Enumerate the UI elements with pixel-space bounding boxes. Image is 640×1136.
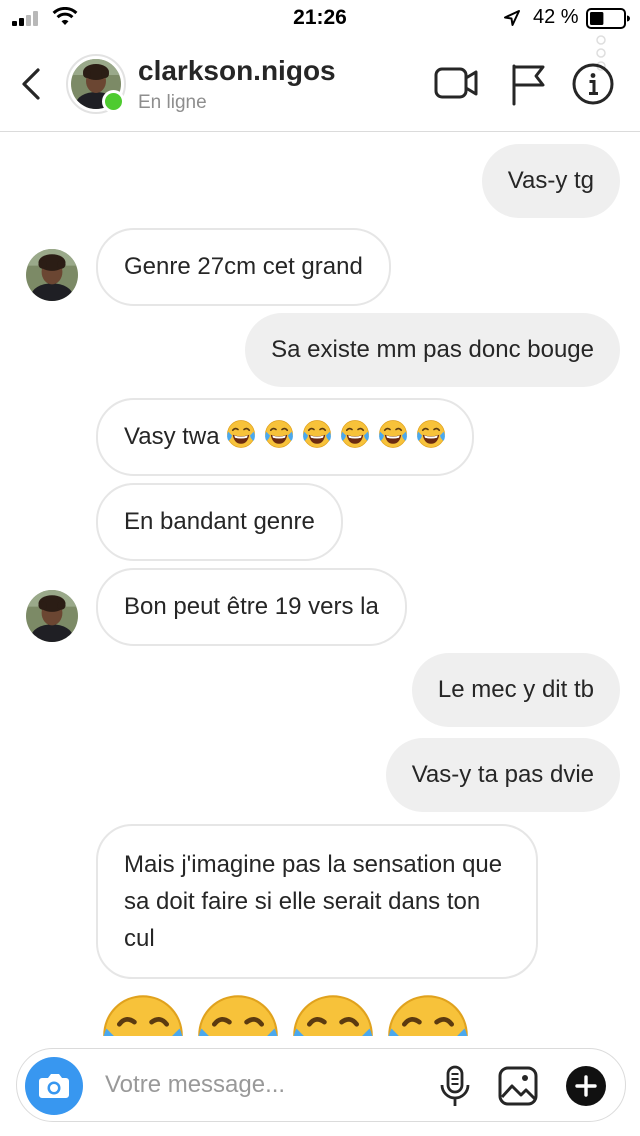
laughing-crying-emoji-icon	[198, 995, 278, 1036]
microphone-icon[interactable]	[437, 1064, 473, 1108]
message-bubble-incoming[interactable]: Vasy twa	[96, 398, 475, 476]
laughing-crying-emoji-icon	[379, 420, 408, 448]
laughing-emoji-large	[290, 992, 376, 1036]
status-bar: 21:26 42 %	[0, 0, 640, 40]
message-input[interactable]: Votre message...	[105, 1071, 285, 1099]
location-arrow-icon	[504, 10, 520, 26]
laughing-crying-emoji-icon	[293, 995, 373, 1036]
message-composer[interactable]: Votre message...	[16, 1048, 626, 1122]
message-bubble-outgoing[interactable]: Sa existe mm pas donc bouge	[245, 313, 620, 387]
laughing-crying-emoji-icon	[388, 995, 468, 1036]
contact-username[interactable]: clarkson.nigos	[138, 55, 336, 87]
profile-photo	[26, 249, 78, 301]
battery-percent: 42 %	[533, 6, 579, 28]
message-text: Le mec y dit tb	[437, 676, 594, 703]
message-thread[interactable]: Vas-y tg Genre 27cm cet grand Sa existe …	[0, 132, 640, 1036]
message-text: Mais j'imagine pas la sensation que sa d…	[124, 851, 503, 952]
laughing-emoji	[340, 419, 370, 449]
back-chevron-icon[interactable]	[16, 64, 46, 104]
profile-photo	[26, 590, 78, 642]
laughing-emoji-large	[100, 992, 186, 1036]
laughing-crying-emoji-icon	[303, 420, 332, 448]
message-text: Bon peut être 19 vers la	[124, 593, 379, 620]
message-text: Vasy twa	[124, 423, 220, 450]
camera-icon	[39, 1074, 69, 1098]
message-bubble-outgoing[interactable]: Le mec y dit tb	[411, 653, 620, 727]
laughing-emoji	[264, 419, 294, 449]
laughing-emoji	[378, 419, 408, 449]
message-bubble-incoming[interactable]: Mais j'imagine pas la sensation que sa d…	[96, 824, 538, 979]
contact-status: En ligne	[138, 92, 207, 113]
laughing-crying-emoji-icon	[227, 420, 256, 448]
laughing-crying-emoji-icon	[265, 420, 294, 448]
more-options-button[interactable]	[566, 1066, 606, 1106]
laughing-crying-emoji-icon	[417, 420, 446, 448]
laughing-emoji-row	[226, 420, 446, 450]
battery-icon	[586, 8, 630, 29]
large-emoji-message[interactable]	[100, 992, 520, 1036]
message-text: Vas-y ta pas dvie	[411, 761, 594, 788]
message-bubble-incoming[interactable]: Genre 27cm cet grand	[96, 228, 391, 306]
message-text: Sa existe mm pas donc bouge	[271, 336, 594, 363]
message-text: En bandant genre	[124, 508, 315, 535]
laughing-crying-emoji-icon	[103, 995, 183, 1036]
contact-avatar-small[interactable]	[26, 590, 78, 642]
laughing-emoji-large	[385, 992, 471, 1036]
laughing-crying-emoji-icon	[341, 420, 370, 448]
online-status-dot	[102, 90, 125, 113]
message-text: Genre 27cm cet grand	[124, 253, 363, 280]
video-call-icon[interactable]	[433, 62, 479, 104]
plus-icon	[575, 1075, 597, 1097]
conversation-header: clarkson.nigos En ligne	[0, 35, 640, 132]
info-icon[interactable]	[571, 62, 615, 106]
gallery-icon[interactable]	[497, 1065, 539, 1107]
laughing-emoji	[416, 419, 446, 449]
camera-button[interactable]	[25, 1057, 83, 1115]
message-bubble-incoming[interactable]: Bon peut être 19 vers la	[96, 568, 407, 646]
message-text: Vas-y tg	[507, 167, 594, 194]
flag-icon[interactable]	[509, 62, 547, 106]
laughing-emoji-large	[195, 992, 281, 1036]
message-bubble-outgoing[interactable]: Vas-y ta pas dvie	[385, 738, 620, 812]
message-bubble-incoming[interactable]: En bandant genre	[96, 483, 343, 561]
message-bubble-outgoing[interactable]: Vas-y tg	[481, 144, 620, 218]
laughing-emoji	[226, 419, 256, 449]
contact-avatar-small[interactable]	[26, 249, 78, 301]
laughing-emoji	[302, 419, 332, 449]
